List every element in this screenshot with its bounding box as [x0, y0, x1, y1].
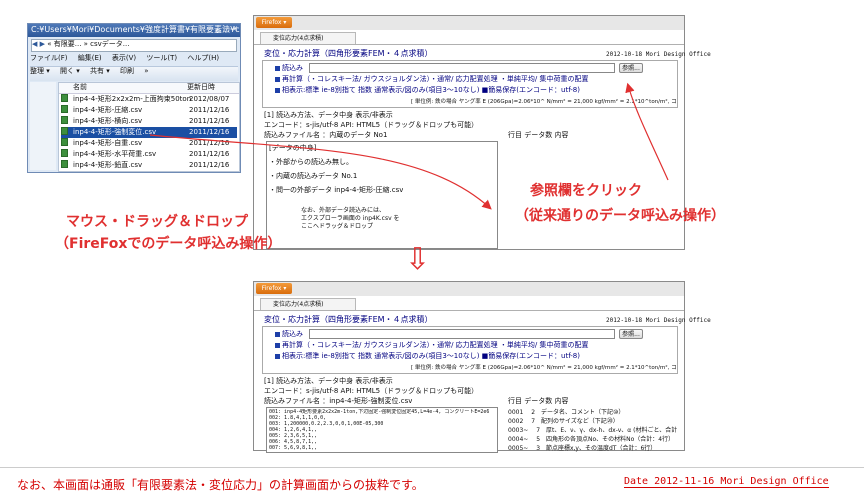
click-caption: 参照欄をクリック [530, 183, 642, 199]
click-caption-sub: （従来通りのデータ呼込み操作） [515, 208, 725, 224]
drag-caption: マウス・ドラッグ＆ドロップ [66, 214, 248, 230]
footer-note: なお、本画面は通販「有限要素法・変位応力」の計算画面からの抜粋です。 [17, 478, 424, 492]
click-arrow [625, 82, 669, 181]
drag-arrow [149, 134, 492, 210]
footer-date: Date 2012-11-16 Mori Design Office [624, 476, 829, 488]
drag-caption-sub: （FireFoxでのデータ呼込み操作） [55, 236, 282, 252]
footer-divider [0, 467, 864, 468]
down-arrow-icon: ⇩ [405, 242, 431, 277]
